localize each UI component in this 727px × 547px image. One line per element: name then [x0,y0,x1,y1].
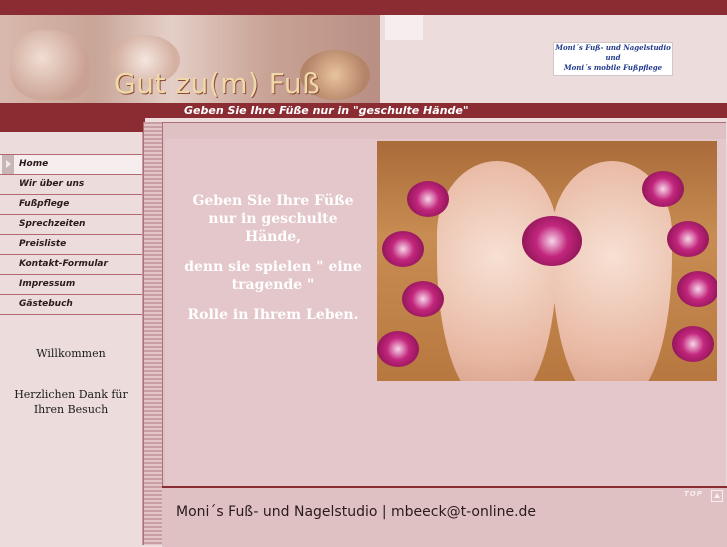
arrow-up-icon[interactable] [711,490,723,502]
feet-with-orchids-photo [377,141,717,381]
orchid-flower [377,331,419,367]
nav-item-about[interactable]: Wir über uns [0,174,142,194]
studio-logo: Moni´s Fuß- und Nagelstudio und Moni´s m… [553,42,673,76]
thanks-text: Herzlichen Dank für Ihren Besuch [14,388,128,416]
orchid-flower [642,171,684,207]
orchid-flower [402,281,444,317]
header-banner: Gut zu(m) Fuß [0,15,380,103]
logo-line-2: und [605,53,621,62]
logo-line-3: Moni´s mobile Fußpflege [563,63,663,72]
logo-line-1: Moni´s Fuß- und Nagelstudio [555,43,671,52]
slogan-line-1: Geben Sie Ihre Füße nur in geschulte Hän… [192,193,354,245]
left-foot-shape [437,161,557,381]
orchid-flower [407,181,449,217]
arrow-right-icon [2,155,14,174]
nav-label: Home [19,159,49,169]
slogan-text: Geben Sie Ihre Füße nur in geschulte Hän… [178,192,368,336]
nav-label: Fußpflege [19,199,70,209]
banner-feet-image [10,30,90,100]
decorative-column [143,122,163,545]
slogan-line-3: Rolle in Ihrem Leben. [187,307,359,323]
orchid-flower [677,271,717,307]
welcome-text: Willkommen [36,347,106,360]
tagline: Geben Sie Ihre Füße nur in "geschulte Hä… [178,103,727,118]
back-to-top-link[interactable]: TOP [684,490,703,498]
orchid-flower [522,216,582,266]
slogan-line-2: denn sie spielen " eine tragende " [184,259,362,293]
nav-item-contact-form[interactable]: Kontakt-Formular [0,254,142,274]
main-navigation: Home Wir über uns Fußpflege Sprechzeiten… [0,154,142,315]
nav-item-hours[interactable]: Sprechzeiten [0,214,142,234]
sidebar-red-block [0,118,145,132]
nav-label: Kontakt-Formular [19,259,108,269]
top-bar [0,0,727,15]
sidebar: Home Wir über uns Fußpflege Sprechzeiten… [0,132,144,545]
nav-item-guestbook[interactable]: Gästebuch [0,294,142,315]
nav-label: Wir über uns [19,179,85,189]
nav-label: Sprechzeiten [19,219,86,229]
nav-item-imprint[interactable]: Impressum [0,274,142,294]
nav-label: Impressum [19,279,76,289]
orchid-flower [382,231,424,267]
banner-spacer [385,15,423,40]
nav-item-footcare[interactable]: Fußpflege [0,194,142,214]
orchid-flower [672,326,714,362]
nav-item-prices[interactable]: Preisliste [0,234,142,254]
banner-title: Gut zu(m) Fuß [114,67,321,100]
nav-label: Gästebuch [19,299,73,309]
footer-contact-text: Moni´s Fuß- und Nagelstudio | mbeeck@t-o… [176,504,537,520]
nav-item-home[interactable]: Home [0,154,142,174]
orchid-flower [667,221,709,257]
nav-label: Preisliste [19,239,67,249]
